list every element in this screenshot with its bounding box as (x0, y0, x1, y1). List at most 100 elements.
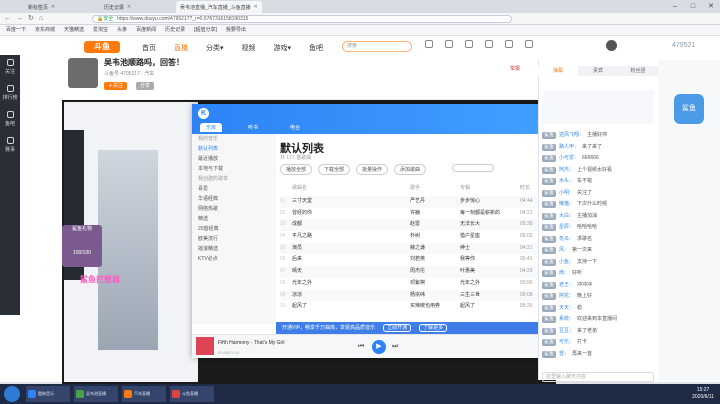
avatar[interactable] (606, 40, 617, 51)
nav-item-category[interactable]: 分类▾ (206, 43, 224, 53)
nav-item-yuba[interactable]: 鱼吧 (309, 43, 323, 53)
chat-username[interactable]: 木头： (559, 176, 574, 188)
sidebar-item-local[interactable]: 本地与下载 (192, 164, 276, 174)
playlist-item[interactable]: 精选 (192, 214, 276, 224)
table-row[interactable]: 03 成都 赵雷 无法长大 05:28 (280, 219, 560, 232)
chat-username[interactable]: 雨： (559, 268, 569, 280)
close-icon[interactable]: ✕ (51, 4, 55, 10)
album-cover[interactable] (196, 337, 214, 355)
history-icon[interactable] (425, 40, 433, 48)
bookmark[interactable]: 爱淘宝 (93, 25, 108, 35)
vip-open-button[interactable]: 立即开通 (383, 324, 412, 332)
chat-username[interactable]: 大白： (559, 211, 574, 223)
task-icon[interactable] (525, 40, 533, 48)
vip-more-button[interactable]: 了解更多 (419, 324, 448, 332)
sidebar-item-follow[interactable]: 关注 (0, 55, 20, 81)
message-icon[interactable] (465, 40, 473, 48)
download-icon[interactable] (485, 40, 493, 48)
follow-button[interactable]: ＋关注 (104, 82, 128, 90)
refresh-icon[interactable]: ↻ (28, 15, 34, 23)
shark-mascot[interactable]: 鲨鱼 (674, 94, 704, 124)
table-row[interactable]: 06 后来 刘若英 我等你 05:41 (280, 254, 560, 266)
back-icon[interactable]: ← (4, 15, 11, 23)
chat-username[interactable]: 小鱼： (559, 257, 574, 269)
sidebar-item-recent[interactable]: 最近播放 (192, 154, 276, 164)
nav-item-live[interactable]: 直播 (174, 43, 188, 53)
bookmark[interactable]: 天猫精选 (64, 25, 84, 35)
bookmark[interactable]: 百度一下 (6, 25, 26, 35)
close-window-button[interactable]: ✕ (702, 0, 720, 13)
follow-icon[interactable] (445, 40, 453, 48)
chat-username[interactable]: 可乐： (559, 337, 574, 349)
sidebar-item-default-list[interactable]: 默认列表 (192, 144, 276, 154)
batch-button[interactable]: 批量操作 (356, 164, 389, 175)
sidebar-item-yuba[interactable]: 鱼吧 (0, 107, 20, 133)
live-icon[interactable] (505, 40, 513, 48)
playlist-item[interactable]: 华语经典 (192, 194, 276, 204)
browser-tab-active[interactable]: 吴韦池直播_汽车直播_斗鱼直播 ✕ (176, 1, 262, 13)
nav-item-video[interactable]: 视频 (242, 43, 256, 53)
chat-username[interactable]: 冬瓜： (559, 234, 574, 246)
tab-fans[interactable]: 粉丝团 (618, 66, 658, 76)
minimize-button[interactable]: – (666, 0, 684, 13)
chat-username[interactable]: 风： (559, 245, 569, 257)
table-row[interactable]: 08 光年之外 邓紫棋 光年之外 03:55 (280, 278, 560, 290)
previous-icon[interactable]: ⏮ (358, 343, 364, 351)
chat-username[interactable]: 懒猫： (559, 199, 574, 211)
streamer-avatar[interactable] (68, 58, 98, 88)
address-input[interactable]: 🔒安全 https://www.douyu.com/4795217?_r=0.57… (92, 15, 512, 23)
chat-username[interactable]: 逆风飞翔： (559, 130, 584, 142)
bookmark[interactable]: 百度新闻 (136, 25, 156, 35)
playlist-item[interactable]: 20首经典 (192, 224, 276, 234)
browser-tab[interactable]: 历史记录 ✕ (100, 1, 135, 13)
taskbar-app[interactable]: 酷狗音乐 (26, 386, 70, 402)
chat-username[interactable]: 小可爱： (559, 153, 579, 165)
browser-tab[interactable]: 新标签页 ✕ (24, 1, 59, 13)
tab-library[interactable]: 乐库 (200, 123, 223, 132)
table-row[interactable]: 02 曾经的你 许巍 每一刻都是崭新的 04:21 (280, 208, 560, 220)
tab-danmaku[interactable]: 弹幕 (538, 66, 578, 76)
playlist-item[interactable]: 摇滚精选 (192, 244, 276, 254)
table-row[interactable]: 01 三寸天堂 严艺丹 步步惊心 04:44 (280, 196, 560, 208)
chat-username[interactable]: 雪： (559, 349, 569, 361)
close-icon[interactable]: ✕ (254, 4, 258, 10)
close-icon[interactable]: ✕ (127, 4, 131, 10)
taskbar-app[interactable]: 斗鱼直播 (170, 386, 214, 402)
download-all-button[interactable]: 下载全部 (318, 164, 351, 175)
bookmark[interactable]: 京东商城 (35, 25, 55, 35)
site-search-input[interactable]: 搜索 (342, 41, 412, 52)
chat-username[interactable]: 豆豆： (559, 326, 574, 338)
nav-item-game[interactable]: 游戏▾ (274, 43, 292, 53)
table-row[interactable]: 10 起风了 买辣椒也用券 起风了 05:25 (280, 301, 560, 313)
chat-username[interactable]: 老王： (559, 280, 574, 292)
playlist-item[interactable]: 网络热歌 (192, 204, 276, 214)
share-button[interactable]: 分享 (136, 82, 155, 90)
playlist-item[interactable]: 欧美流行 (192, 234, 276, 244)
list-search-input[interactable] (452, 164, 494, 172)
chat-input[interactable]: 这里输入聊天内容 (542, 372, 654, 382)
chat-username[interactable]: 路人甲： (559, 142, 579, 154)
play-button[interactable]: ▶ (372, 340, 386, 354)
bookmark[interactable]: 我要导出 (226, 25, 246, 35)
playlist-item[interactable]: 喜爱 (192, 184, 276, 194)
sidebar-item-match[interactable]: 赛事 (0, 133, 20, 159)
bookmark[interactable]: 头条 (117, 25, 127, 35)
table-row[interactable]: 07 晴天 周杰伦 叶惠美 04:29 (280, 266, 560, 278)
taskbar-app[interactable]: 汽车直播 (122, 386, 166, 402)
chat-username[interactable]: 天天： (559, 303, 574, 315)
site-logo[interactable]: 斗鱼 (84, 41, 120, 53)
chat-username[interactable]: 系统： (559, 314, 574, 326)
start-button[interactable] (4, 386, 20, 402)
maximize-button[interactable]: □ (684, 0, 702, 13)
playlist-item[interactable]: KTV必点 (192, 254, 276, 264)
tab-vip[interactable]: 贵宾 (578, 66, 618, 76)
bookmark[interactable]: 历史记录 (165, 25, 185, 35)
sidebar-item-ranking[interactable]: 排行榜 (0, 81, 20, 107)
chat-username[interactable]: 小明： (559, 188, 574, 200)
play-all-button[interactable]: 播放全部 (280, 164, 313, 175)
table-row[interactable]: 04 平凡之路 朴树 猎户星座 05:02 (280, 231, 560, 243)
table-row[interactable]: 05 演员 薛之谦 绅士 04:21 (280, 242, 560, 255)
next-icon[interactable]: ⏭ (392, 343, 398, 351)
report-button[interactable]: 举报 (510, 65, 520, 72)
add-song-button[interactable]: 添加歌曲 (394, 164, 427, 175)
